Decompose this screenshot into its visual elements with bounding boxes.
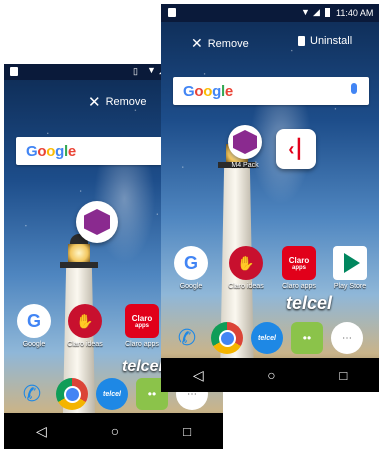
claro-ideas-icon: ✋	[68, 304, 102, 338]
app-drawer-icon[interactable]: ⋯	[331, 322, 363, 354]
google-logo: Google	[26, 142, 76, 160]
remove-label: Remove	[207, 37, 249, 50]
google-icon: G	[17, 304, 51, 338]
home-icon[interactable]: ○	[267, 367, 275, 383]
m4-pack-icon	[228, 125, 262, 159]
headset-arrow-icon[interactable]: ‹⎮	[276, 129, 316, 169]
close-icon: ✕	[191, 35, 203, 51]
claro-apps-icon: Claro apps	[125, 304, 159, 338]
trash-icon	[298, 36, 305, 46]
back-icon[interactable]: ◁	[193, 367, 204, 384]
front-phone-screen: ▼ ◢ 11:40 AM ✕ Remove Uninstall Google M…	[161, 4, 379, 392]
telcel-watermark: telcel	[286, 293, 333, 313]
app-play-store[interactable]: Play Store	[327, 246, 373, 290]
claro-apps-icon: Claro apps	[282, 246, 316, 280]
battery-icon	[325, 8, 330, 17]
navigation-bar: ◁ ○ □	[161, 358, 379, 392]
signal-icon: ◢	[313, 7, 320, 17]
google-search-bar[interactable]: Google	[16, 137, 176, 165]
app-google[interactable]: G Google	[169, 246, 213, 290]
home-icon[interactable]: ○	[111, 423, 119, 439]
google-logo: Google	[183, 82, 233, 100]
sd-card-icon	[168, 8, 176, 17]
app-claro-apps[interactable]: Claro apps Claro apps	[118, 304, 166, 348]
dock: ✆ telcel •• ⋯	[171, 322, 363, 354]
chrome-icon[interactable]	[56, 378, 88, 410]
mic-icon[interactable]	[351, 83, 357, 94]
app-google[interactable]: G Google	[12, 304, 56, 348]
sd-card-icon	[10, 67, 18, 76]
phone-icon[interactable]: ✆	[171, 322, 203, 354]
remove-target[interactable]: ✕ Remove	[191, 35, 249, 52]
phone-icon[interactable]: ✆	[16, 378, 48, 410]
messages-icon[interactable]: ••	[291, 322, 323, 354]
google-search-bar[interactable]: Google	[173, 77, 369, 105]
app-claro-ideas[interactable]: ✋ Claro ideas	[60, 304, 110, 348]
close-icon: ✕	[88, 94, 101, 111]
back-icon[interactable]: ◁	[36, 423, 47, 440]
vibrate-icon: ▯	[133, 66, 138, 76]
telcel-icon[interactable]: telcel	[251, 322, 283, 354]
recents-icon[interactable]: □	[339, 368, 347, 383]
status-bar: ▼ ◢ 11:40 AM	[161, 4, 379, 22]
chrome-icon[interactable]	[211, 322, 243, 354]
uninstall-label: Uninstall	[310, 35, 353, 47]
app-claro-apps[interactable]: Claro apps Claro apps	[275, 246, 323, 290]
m4-pack-icon[interactable]	[76, 201, 118, 243]
google-icon: G	[174, 246, 208, 280]
claro-ideas-icon: ✋	[229, 246, 263, 280]
remove-label: Remove	[105, 96, 147, 108]
wifi-icon: ▼	[301, 7, 310, 17]
navigation-bar: ◁ ○ □	[4, 413, 223, 449]
telcel-watermark: telcel	[122, 358, 163, 375]
uninstall-target[interactable]: Uninstall	[298, 35, 352, 47]
recents-icon[interactable]: □	[183, 424, 191, 439]
play-store-icon	[333, 246, 367, 280]
wifi-icon: ▼	[147, 65, 156, 75]
dragged-app-m4-pack[interactable]: M4 Pack	[223, 125, 267, 169]
app-claro-ideas[interactable]: ✋ Claro ideas	[221, 246, 271, 290]
telcel-icon[interactable]: telcel	[96, 378, 128, 410]
remove-target[interactable]: ✕ Remove	[88, 93, 147, 111]
status-time: 11:40 AM	[336, 8, 374, 18]
